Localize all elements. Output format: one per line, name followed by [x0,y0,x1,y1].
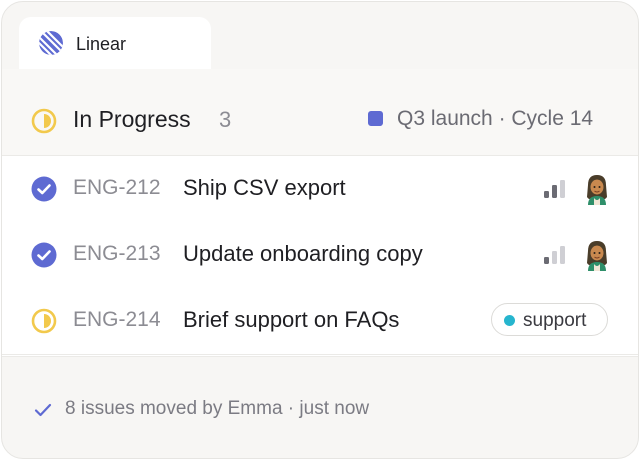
issue-id: ENG-212 [73,176,161,199]
linear-card: Linear In Progress 3 Q3 launch · Cycle 1… [1,1,639,459]
in-progress-icon [31,108,57,134]
priority-low-icon[interactable] [544,246,566,264]
group-title: In Progress [73,106,191,132]
label-chip[interactable]: support [491,303,608,336]
label-text: support [523,310,587,331]
group-count: 3 [219,107,232,132]
group-header[interactable]: In Progress 3 Q3 launch · Cycle 14 [2,69,638,156]
in-progress-icon[interactable] [31,308,57,334]
issue-row[interactable]: ENG-213 Update onboarding copy [2,222,638,289]
issue-title[interactable]: Ship CSV export [183,175,346,201]
issue-title[interactable]: Update onboarding copy [183,241,423,267]
issue-row[interactable]: ENG-212 Ship CSV export [2,156,638,223]
issue-panel: In Progress 3 Q3 launch · Cycle 14 ENG-2… [2,69,638,357]
label-dot-icon [504,315,515,326]
priority-medium-icon[interactable] [544,180,566,198]
done-check-icon[interactable] [31,242,57,268]
issue-id: ENG-214 [73,308,161,331]
activity-text: 8 issues moved by Emma · just now [65,398,370,419]
avatar-icon[interactable] [584,173,610,205]
cycle-label[interactable]: Q3 launch · Cycle 14 [397,107,593,131]
tab-label: Linear [76,34,127,54]
issue-title[interactable]: Brief support on FAQs [183,307,399,333]
check-icon [34,403,52,417]
linear-logo-icon [39,31,63,55]
issue-id: ENG-213 [73,242,161,265]
avatar-icon[interactable] [584,239,610,271]
issue-row[interactable]: ENG-214 Brief support on FAQs support [2,288,638,355]
done-check-icon[interactable] [31,176,57,202]
cycle-color-icon [368,111,383,126]
